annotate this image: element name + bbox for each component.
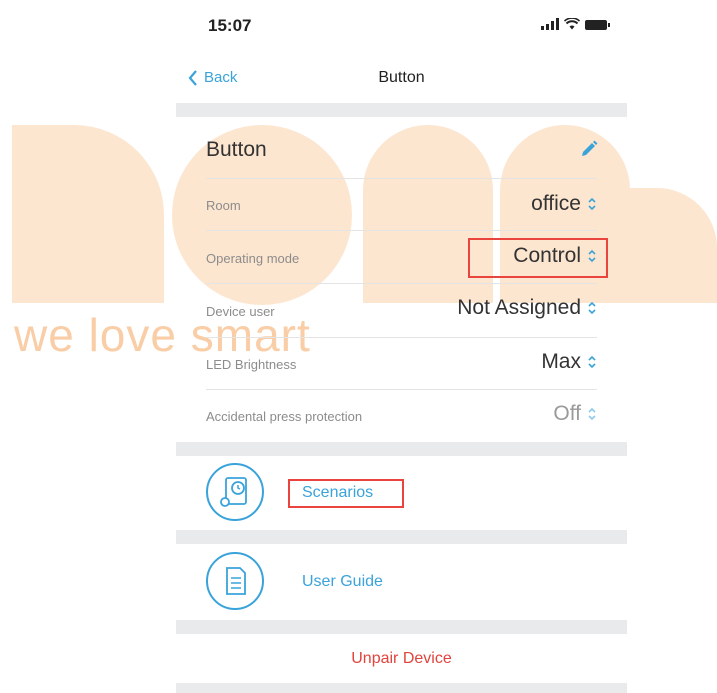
section-divider bbox=[176, 620, 627, 634]
setting-row-accidental-press[interactable]: Accidental press protection Off bbox=[206, 390, 597, 442]
device-name: Button bbox=[206, 138, 267, 161]
updown-chevron-icon bbox=[588, 407, 596, 421]
setting-label: Device user bbox=[206, 304, 275, 319]
setting-label: Operating mode bbox=[206, 251, 300, 266]
highlight-box-operating-mode bbox=[468, 238, 608, 278]
setting-value-text: Not Assigned bbox=[457, 296, 581, 319]
setting-value: Not Assigned bbox=[457, 296, 597, 320]
status-bar: 15:07 bbox=[176, 0, 627, 52]
scenario-clock-gear-icon bbox=[220, 477, 247, 507]
setting-value-text: office bbox=[531, 192, 581, 215]
edit-pencil-icon[interactable] bbox=[580, 140, 598, 158]
updown-chevron-icon bbox=[588, 301, 596, 315]
section-divider bbox=[176, 530, 627, 544]
setting-row-led-brightness[interactable]: LED Brightness Max bbox=[206, 338, 597, 390]
battery-icon bbox=[585, 20, 610, 30]
phone-screen: 15:07 Back Button Button Room office Ope… bbox=[176, 0, 627, 693]
setting-label: LED Brightness bbox=[206, 357, 297, 372]
setting-value-text: Max bbox=[541, 350, 581, 373]
signal-icon bbox=[541, 18, 559, 30]
setting-value: Off bbox=[553, 402, 597, 426]
status-time: 15:07 bbox=[208, 16, 252, 35]
setting-label: Accidental press protection bbox=[206, 409, 363, 424]
user-guide-icon[interactable] bbox=[206, 552, 264, 610]
unpair-device-button[interactable]: Unpair Device bbox=[176, 650, 627, 668]
updown-chevron-icon bbox=[588, 197, 596, 211]
setting-row-device-user[interactable]: Device user Not Assigned bbox=[206, 284, 597, 338]
setting-value: office bbox=[531, 192, 597, 216]
updown-chevron-icon bbox=[588, 355, 596, 369]
setting-label: Room bbox=[206, 198, 241, 213]
highlight-box-scenarios bbox=[288, 479, 404, 508]
section-divider bbox=[176, 683, 627, 693]
nav-bar: Back Button bbox=[176, 52, 627, 102]
document-icon bbox=[226, 567, 246, 595]
wifi-icon bbox=[564, 18, 580, 30]
status-icons bbox=[541, 18, 610, 30]
page-title: Button bbox=[378, 69, 425, 86]
user-guide-link[interactable]: User Guide bbox=[302, 573, 383, 591]
setting-value-text: Off bbox=[553, 402, 581, 425]
section-divider bbox=[176, 103, 627, 117]
setting-value: Max bbox=[541, 350, 597, 374]
watermark-logo-r bbox=[12, 125, 164, 303]
setting-row-room[interactable]: Room office bbox=[206, 179, 597, 231]
section-divider bbox=[176, 442, 627, 456]
scenarios-icon[interactable] bbox=[206, 463, 264, 521]
